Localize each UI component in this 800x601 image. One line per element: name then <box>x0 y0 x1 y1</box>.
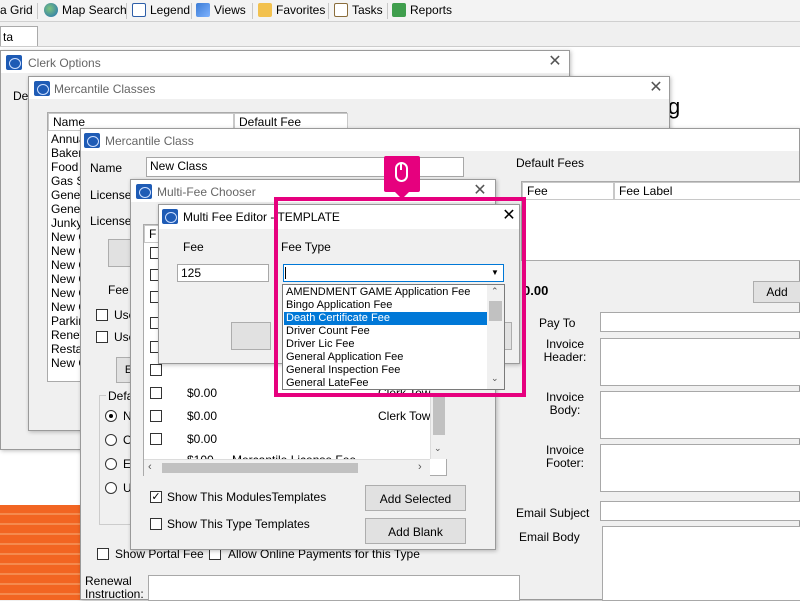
report-icon <box>392 3 406 17</box>
toolbar-separator <box>252 3 253 19</box>
scroll-right-icon[interactable]: › <box>418 461 422 473</box>
list-item[interactable]: Baker <box>51 146 82 160</box>
app-icon <box>162 209 178 224</box>
defaults-radio-1[interactable] <box>105 410 117 422</box>
show-type-templates-checkbox[interactable] <box>150 518 162 530</box>
editor-ok-button[interactable] <box>231 322 271 350</box>
scrollbar-thumb[interactable] <box>433 395 445 435</box>
email-subject-input[interactable] <box>600 501 800 521</box>
toolbar-separator <box>126 3 127 19</box>
toolbar-map-search[interactable]: Map Search <box>44 3 127 19</box>
horizontal-scrollbar[interactable]: ‹ › <box>144 459 430 476</box>
pay-to-input[interactable] <box>600 312 800 332</box>
fee-label: Fee <box>108 283 129 297</box>
show-portal-fee-checkbox[interactable] <box>97 548 109 560</box>
main-toolbar: a Grid Map Search Legend Views Favorites… <box>0 0 800 22</box>
toolbar-views[interactable]: Views <box>196 3 246 19</box>
app-icon <box>34 81 50 96</box>
orange-panel <box>0 505 82 600</box>
multi-fee-chooser-title: Multi-Fee Chooser <box>157 185 256 199</box>
app-icon <box>136 184 152 199</box>
clipboard-icon <box>334 3 348 17</box>
highlight-box <box>274 197 526 397</box>
invoice-body-input[interactable] <box>600 391 800 439</box>
column-header-fee[interactable]: Fee <box>522 182 614 200</box>
mercantile-classes-title: Mercantile Classes <box>54 82 156 96</box>
mercantile-class-titlebar: Mercantile Class <box>81 129 799 151</box>
toolbar-separator <box>387 3 388 19</box>
invoice-header-input[interactable] <box>600 338 800 386</box>
fee-input[interactable]: 125 <box>177 264 269 282</box>
list-item[interactable]: Junky <box>51 216 82 230</box>
default-fees-label: Default Fees <box>516 156 585 170</box>
fee-row-checkbox[interactable] <box>150 387 162 399</box>
fee-row-checkbox[interactable] <box>150 433 162 445</box>
invoice-header-label: Invoice Header: <box>543 337 587 364</box>
fee-row-checkbox[interactable] <box>150 410 162 422</box>
add-blank-button[interactable]: Add Blank <box>365 518 466 544</box>
column-header-fee-label[interactable]: Fee Label <box>614 182 800 200</box>
clerk-options-title: Clerk Options <box>28 56 101 70</box>
scroll-down-icon[interactable]: ⌄ <box>434 443 442 454</box>
toolbar-separator <box>191 3 192 19</box>
mercantile-class-title: Mercantile Class <box>105 134 194 148</box>
fee-row-checkbox[interactable] <box>150 364 162 376</box>
defaults-radio-4[interactable] <box>105 482 117 494</box>
close-icon[interactable]: ✕ <box>647 79 665 97</box>
globe-icon <box>44 3 58 17</box>
mouse-click-badge <box>384 156 420 199</box>
toolbar-legend[interactable]: Legend <box>132 3 190 19</box>
mouse-wheel <box>400 164 402 170</box>
show-modules-templates-checkbox[interactable]: ✓ <box>150 491 162 503</box>
fee-row-label: Clerk Tow <box>378 409 431 423</box>
default-fees-grid: Fee Fee Label <box>521 181 800 261</box>
list-item[interactable]: Resta <box>51 342 82 356</box>
legend-icon <box>132 3 146 17</box>
fee-row-amount: $0.00 <box>187 409 218 423</box>
folder-star-icon <box>258 3 272 17</box>
tab-data-grid[interactable]: ta Grid <box>0 26 38 58</box>
invoice-body-label: Invoice Body: <box>545 390 585 417</box>
pay-to-label: Pay To <box>539 316 576 330</box>
defaults-radio-2[interactable] <box>105 434 117 446</box>
fee-total: 0.00 <box>523 283 549 298</box>
toolbar-reports[interactable]: Reports <box>392 3 452 19</box>
toolbar-tasks[interactable]: Tasks <box>334 3 383 19</box>
renewal-instruction-label: Renewal Instruction: <box>85 574 144 601</box>
clerk-options-defaults-label: De <box>13 89 29 103</box>
fee-row-amount: $0.00 <box>187 386 218 400</box>
defaults-radio-3[interactable] <box>105 458 117 470</box>
fee-label: Fee <box>183 240 204 254</box>
clerk-options-titlebar: Clerk Options ✕ <box>1 51 569 73</box>
name-label: Name <box>90 161 123 175</box>
scrollbar-thumb[interactable] <box>162 463 358 473</box>
fee-row-amount: $0.00 <box>187 432 218 446</box>
mercantile-classes-titlebar: Mercantile Classes ✕ <box>29 77 669 99</box>
use-checkbox-1[interactable] <box>96 309 108 321</box>
renewal-instruction-input[interactable] <box>148 575 520 601</box>
badge-pointer <box>395 192 409 199</box>
use-checkbox-2[interactable] <box>96 331 108 343</box>
list-item[interactable]: Food <box>51 160 78 174</box>
add-button[interactable]: Add <box>753 281 800 303</box>
scroll-left-icon[interactable]: ‹ <box>148 461 152 473</box>
email-body-input[interactable] <box>602 526 800 601</box>
invoice-footer-label: Invoice Footer: <box>545 443 585 470</box>
email-body-label: Email Body <box>519 530 580 544</box>
toolbar-favorites[interactable]: Favorites <box>258 3 325 19</box>
invoice-footer-input[interactable] <box>600 444 800 492</box>
show-type-templates-label: Show This Type Templates <box>167 517 310 531</box>
toolbar-separator <box>328 3 329 19</box>
views-icon <box>196 3 210 17</box>
email-subject-label: Email Subject <box>516 506 590 520</box>
toolbar-separator <box>37 3 38 19</box>
app-icon <box>6 55 22 70</box>
add-selected-button[interactable]: Add Selected <box>365 485 466 511</box>
app-icon <box>84 133 100 148</box>
show-modules-templates-label: Show This ModulesTemplates <box>167 490 327 504</box>
toolbar-data-grid[interactable]: a Grid <box>0 3 33 19</box>
close-icon[interactable]: ✕ <box>546 53 564 71</box>
